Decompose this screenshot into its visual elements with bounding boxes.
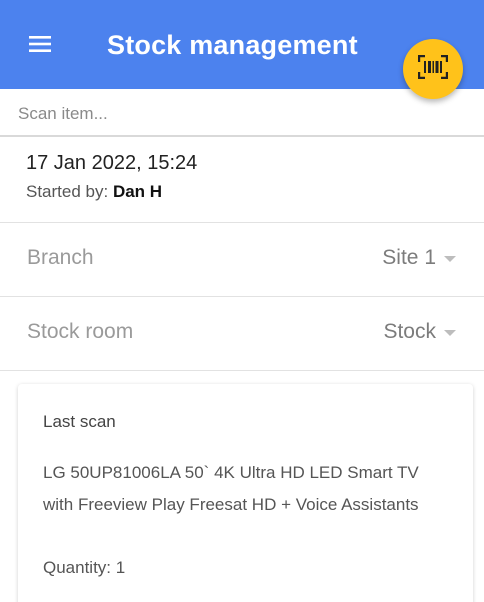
started-by-user: Dan H [112,182,163,201]
hamburger-menu-icon [29,35,51,53]
last-scan-product: LG 50UP81006LA 50` 4K Ultra HD LED Smart… [43,463,419,514]
stock-room-select[interactable]: Stock room Stock [0,296,484,370]
last-scan-quantity: Quantity: 1 [43,558,126,577]
session-date: 17 Jan 2022, 15:24 [26,152,198,174]
scan-item-row [0,89,484,137]
branch-value: Site 1 [382,246,456,270]
branch-selected-value: Site 1 [382,246,436,269]
page-title: Stock management [107,30,358,60]
divider [0,370,484,371]
last-scan-title: Last scan [43,412,116,431]
stock-room-value: Stock [383,320,456,344]
barcode-scanner-icon [417,54,449,84]
started-by: Started by: Dan H [26,182,466,202]
last-scan-card: Last scan LG 50UP81006LA 50` 4K Ultra HD… [18,384,473,602]
started-by-label: Started by: [26,182,109,201]
scan-item-input[interactable] [18,101,388,127]
stock-room-selected-value: Stock [383,320,436,343]
branch-label: Branch [27,246,94,269]
dropdown-caret-icon [444,330,456,336]
branch-select[interactable]: Branch Site 1 [0,222,484,296]
dropdown-caret-icon [444,256,456,262]
scan-barcode-button[interactable] [403,39,463,99]
stock-room-label: Stock room [27,320,134,343]
session-info: 17 Jan 2022, 15:24 Started by: Dan H [26,152,466,202]
menu-button[interactable] [22,26,58,62]
